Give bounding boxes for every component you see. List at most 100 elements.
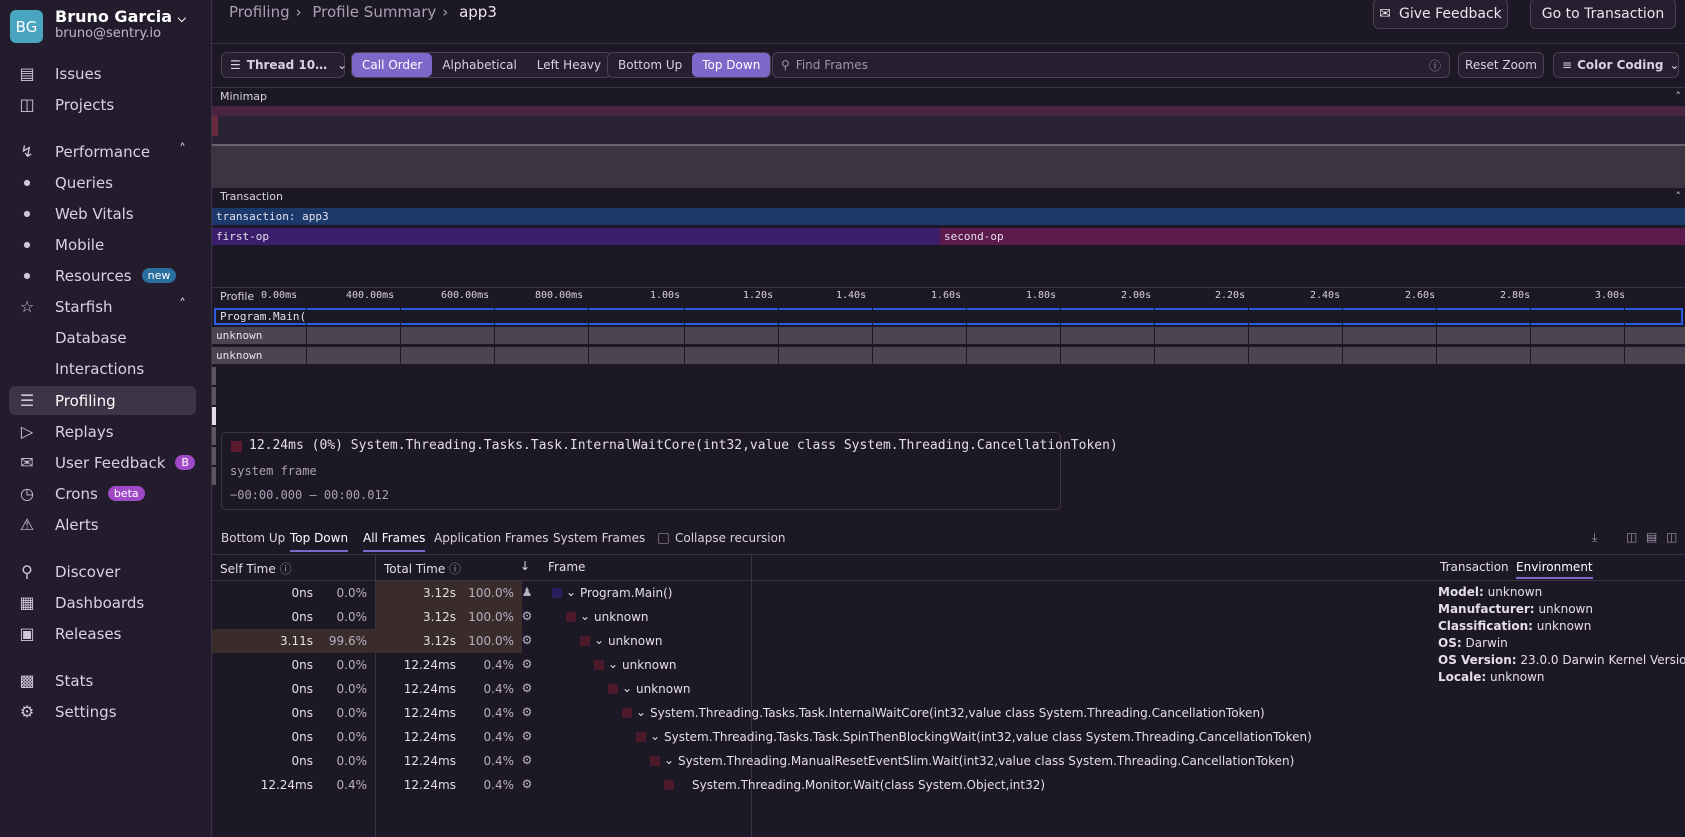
sidebar-item-issues[interactable]: ▤ Issues xyxy=(9,59,196,88)
sidebar-item-interactions[interactable]: Interactions xyxy=(9,354,196,383)
tab-all-frames[interactable]: All Frames xyxy=(363,531,426,552)
table-row[interactable]: unknown xyxy=(622,653,677,677)
sidebar-item-dashboards[interactable]: ▦ Dashboards xyxy=(9,588,196,617)
gear-icon[interactable]: ⚙ xyxy=(520,777,534,791)
sidebar-item-stats[interactable]: ▩ Stats xyxy=(9,666,196,695)
layout-bottom-icon[interactable]: ▤ xyxy=(1646,530,1657,544)
sidebar-item-releases[interactable]: ▣ Releases xyxy=(9,619,196,648)
thread-select[interactable]: ☰ Thread 10… ⌄ xyxy=(221,52,347,78)
sidebar-item-database[interactable]: Database xyxy=(9,323,196,352)
alphabetical-button[interactable]: Alphabetical xyxy=(432,53,526,77)
tab-system-frames[interactable]: System Frames xyxy=(553,531,645,545)
sidebar-item-resources[interactable]: ● Resources new xyxy=(9,261,196,290)
time-tick-label: 1.80s xyxy=(1026,290,1057,301)
chevron-down-icon[interactable]: ⌄ xyxy=(622,681,632,695)
chevron-down-icon[interactable]: ⌄ xyxy=(580,609,590,623)
tab-bottom-up[interactable]: Bottom Up xyxy=(221,531,285,545)
gear-icon[interactable]: ⚙ xyxy=(520,753,534,767)
transaction-bar[interactable]: transaction: app3 xyxy=(212,208,1685,225)
time-tick-label: 1.60s xyxy=(931,290,962,301)
collapse-recursion-checkbox[interactable] xyxy=(658,533,669,544)
avatar[interactable]: BG xyxy=(10,10,43,43)
gear-icon[interactable]: ⚙ xyxy=(520,657,534,671)
tab-top-down[interactable]: Top Down xyxy=(290,531,349,552)
layout-right-icon[interactable]: ◫ xyxy=(1666,530,1677,544)
layout-left-icon[interactable]: ◫ xyxy=(1626,530,1637,544)
table-row[interactable]: unknown xyxy=(594,605,649,629)
reset-zoom-button[interactable]: Reset Zoom xyxy=(1458,52,1544,78)
gear-icon[interactable]: ⚙ xyxy=(520,633,534,647)
frame-sliver[interactable] xyxy=(212,447,216,465)
sidebar-item-queries[interactable]: ● Queries xyxy=(9,168,196,197)
sidebar-item-web-vitals[interactable]: ● Web Vitals xyxy=(9,199,196,228)
gear-icon[interactable]: ⚙ xyxy=(520,729,534,743)
table-row[interactable]: unknown xyxy=(608,629,663,653)
chevron-down-icon[interactable]: ⌄ xyxy=(650,729,660,743)
sort-arrow-icon[interactable]: ↓ xyxy=(520,559,530,573)
table-row[interactable]: System.Threading.Tasks.Task.SpinThenBloc… xyxy=(664,725,1312,749)
chevron-down-icon[interactable]: ⌄ xyxy=(636,705,646,719)
chevron-down-icon[interactable]: ⌄ xyxy=(664,753,674,767)
chevron-down-icon[interactable]: ⌄ xyxy=(608,657,618,671)
play-icon: ▷ xyxy=(20,422,34,441)
breadcrumb-current: app3 xyxy=(459,3,497,21)
frame-sliver[interactable] xyxy=(212,407,216,425)
sidebar-item-starfish[interactable]: ☆ Starfish ˄ xyxy=(9,292,196,321)
sidebar-item-discover[interactable]: ⚲ Discover xyxy=(9,557,196,586)
search-frames-input[interactable]: ⚲ Find Frames ⓘ xyxy=(772,52,1450,78)
left-heavy-button[interactable]: Left Heavy xyxy=(527,53,611,77)
gear-icon[interactable]: ⚙ xyxy=(520,705,534,719)
chevron-up-icon[interactable]: ˄ xyxy=(1676,188,1682,206)
table-row[interactable]: System.Threading.ManualResetEventSlim.Wa… xyxy=(678,749,1294,773)
collapse-recursion-label[interactable]: Collapse recursion xyxy=(675,531,786,545)
span-second-op[interactable]: second-op xyxy=(940,228,1685,245)
tab-application-frames[interactable]: Application Frames xyxy=(434,531,549,545)
breadcrumb-summary[interactable]: Profile Summary xyxy=(312,3,436,21)
download-icon[interactable]: ⤓ xyxy=(1592,530,1597,545)
frame-sliver[interactable] xyxy=(212,467,216,485)
breadcrumb-profiling[interactable]: Profiling xyxy=(229,3,290,21)
give-feedback-button[interactable]: ✉ Give Feedback xyxy=(1373,0,1508,29)
table-row[interactable]: System.Threading.Tasks.Task.InternalWait… xyxy=(650,701,1265,725)
sidebar-item-crons[interactable]: ◷ Crons beta xyxy=(9,479,196,508)
top-down-button[interactable]: Top Down xyxy=(692,53,771,77)
frame-program-main[interactable]: Program.Main( xyxy=(214,308,1683,325)
sidebar-item-performance[interactable]: ↯ Performance ˄ xyxy=(9,137,196,166)
user-icon[interactable]: ♟ xyxy=(520,585,534,599)
sidebar-item-mobile[interactable]: ● Mobile xyxy=(9,230,196,259)
self-time-header[interactable]: Self Time ⓘ xyxy=(220,560,292,577)
frame-unknown[interactable]: unknown xyxy=(212,347,1685,364)
self-time-percent: 99.6% xyxy=(328,634,367,648)
tab-environment[interactable]: Environment xyxy=(1516,560,1593,579)
frame-sliver[interactable] xyxy=(212,427,216,445)
table-row[interactable]: unknown xyxy=(636,677,691,701)
sidebar-item-settings[interactable]: ⚙ Settings xyxy=(9,697,196,726)
chevron-down-icon[interactable]: ⌄ xyxy=(566,585,576,599)
time-tick-label: 2.20s xyxy=(1215,290,1246,301)
minimap-canvas[interactable] xyxy=(212,106,1685,188)
frame-sliver[interactable] xyxy=(212,367,216,385)
user-name[interactable]: Bruno Garcia ⌵ xyxy=(55,7,186,26)
sidebar-item-alerts[interactable]: ⚠ Alerts xyxy=(9,510,196,539)
table-row[interactable]: Program.Main() xyxy=(580,581,672,605)
sidebar-item-replays[interactable]: ▷ Replays xyxy=(9,417,196,446)
sidebar-item-projects[interactable]: ◫ Projects xyxy=(9,90,196,119)
gear-icon[interactable]: ⚙ xyxy=(520,681,534,695)
sidebar-item-user-feedback[interactable]: ✉ User Feedback B xyxy=(9,448,196,477)
call-order-button[interactable]: Call Order xyxy=(352,53,433,77)
minimap-viewport[interactable] xyxy=(212,144,1685,188)
total-time-header[interactable]: Total Time ⓘ xyxy=(384,560,461,577)
table-row[interactable]: System.Threading.Monitor.Wait(class Syst… xyxy=(692,773,1045,797)
bottom-up-button[interactable]: Bottom Up xyxy=(608,53,692,77)
sidebar-item-profiling[interactable]: ☰ Profiling xyxy=(9,386,196,415)
span-first-op[interactable]: first-op xyxy=(212,228,940,245)
color-coding-select[interactable]: ≡ Color Coding ⌄ xyxy=(1553,52,1680,78)
go-to-transaction-button[interactable]: Go to Transaction xyxy=(1530,0,1676,29)
frame-unknown[interactable]: unknown xyxy=(212,327,1685,344)
tab-transaction[interactable]: Transaction xyxy=(1440,560,1509,574)
search-icon: ⚲ xyxy=(781,58,790,72)
gear-icon[interactable]: ⚙ xyxy=(520,609,534,623)
frame-sliver[interactable] xyxy=(212,387,216,405)
chevron-down-icon[interactable]: ⌄ xyxy=(594,633,604,647)
chevron-up-icon[interactable]: ˄ xyxy=(1676,88,1682,106)
